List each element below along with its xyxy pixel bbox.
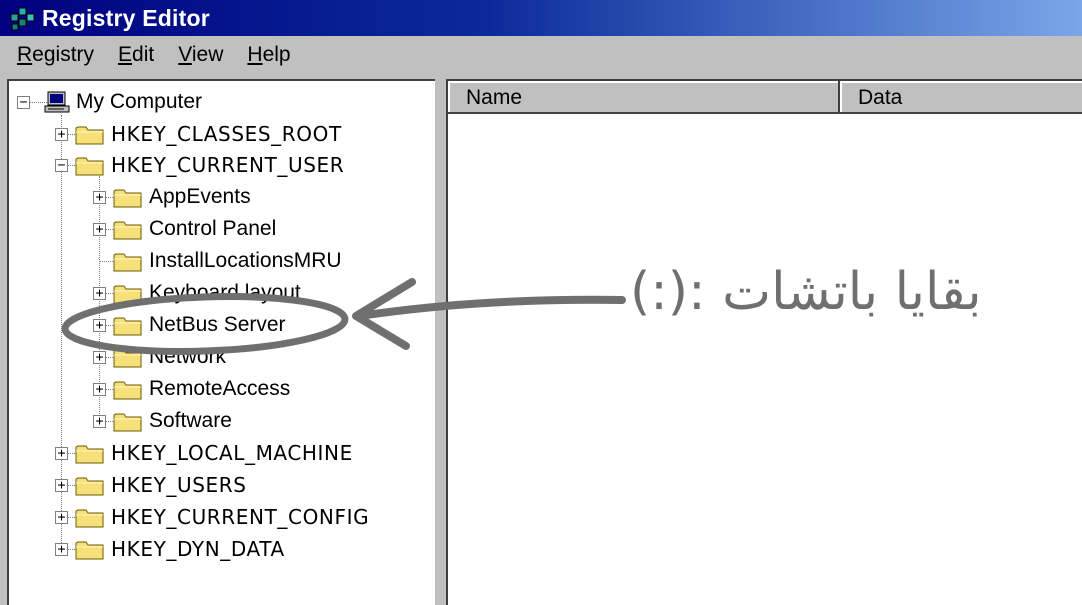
values-list[interactable]: Name Data <box>446 79 1082 605</box>
expand-toggle[interactable]: + <box>93 286 106 300</box>
folder-icon <box>113 349 142 367</box>
column-header-data[interactable]: Data <box>840 81 1082 114</box>
column-header-name[interactable]: Name <box>448 81 840 114</box>
menu-bar: Registry Edit View Help <box>0 36 1082 74</box>
tree-label: Software <box>149 409 232 432</box>
tree-node-my-computer[interactable]: − My Computer <box>17 87 202 117</box>
menu-view[interactable]: View <box>178 43 223 67</box>
expand-toggle[interactable]: + <box>93 414 106 428</box>
annotation-caption: بقايا باتشات :(:) <box>630 262 982 322</box>
expand-toggle[interactable]: + <box>93 350 106 364</box>
menu-help[interactable]: Help <box>247 43 290 67</box>
collapse-toggle[interactable]: − <box>55 158 68 172</box>
folder-icon <box>75 126 104 144</box>
tree-label: Network <box>149 345 227 368</box>
tree-label: AppEvents <box>149 185 251 208</box>
tree-node-appevents[interactable]: + AppEvents <box>93 182 251 212</box>
tree-label: Control Panel <box>149 217 277 240</box>
menu-registry[interactable]: Registry <box>17 43 94 67</box>
registry-editor-icon <box>10 7 35 31</box>
expand-toggle[interactable]: + <box>55 446 68 460</box>
folder-icon <box>113 253 142 271</box>
folder-icon <box>75 445 104 463</box>
tree-label: HKEY_DYN_DATA <box>111 537 285 561</box>
expand-toggle[interactable]: + <box>55 127 68 141</box>
tree-node-hkey-classes-root[interactable]: + HKEY_CLASSES_ROOT <box>55 119 342 149</box>
tree-label: RemoteAccess <box>149 377 291 400</box>
computer-icon <box>44 91 70 113</box>
tree-node-control-panel[interactable]: + Control Panel <box>93 214 276 244</box>
title-bar[interactable]: Registry Editor <box>0 0 1082 36</box>
folder-icon <box>113 285 142 303</box>
folder-icon <box>75 477 104 495</box>
expand-toggle[interactable]: + <box>93 222 106 236</box>
folder-icon <box>75 509 104 527</box>
tree-node-keyboard-layout[interactable]: + Keyboard layout <box>93 278 301 308</box>
folder-icon <box>113 221 142 239</box>
menu-edit[interactable]: Edit <box>118 43 154 67</box>
folder-icon <box>75 157 104 175</box>
folder-icon <box>113 413 142 431</box>
tree-label: HKEY_CURRENT_USER <box>111 153 345 177</box>
expand-toggle[interactable]: + <box>55 478 68 492</box>
folder-icon <box>113 189 142 207</box>
folder-icon <box>113 381 142 399</box>
collapse-toggle[interactable]: − <box>17 95 30 109</box>
tree-node-netbus-server[interactable]: + NetBus Server <box>93 310 286 340</box>
tree-node-hkey-current-user[interactable]: − HKEY_CURRENT_USER <box>55 150 344 180</box>
tree-node-installlocationsmru[interactable]: InstallLocationsMRU <box>93 246 342 276</box>
expand-toggle[interactable]: + <box>93 190 106 204</box>
window-title: Registry Editor <box>42 4 210 31</box>
expand-toggle[interactable]: + <box>93 318 106 332</box>
expand-toggle[interactable]: + <box>55 510 68 524</box>
registry-tree[interactable]: − My Computer + HKEY_CLASSES_ROOT − HKEY… <box>7 79 435 605</box>
tree-node-remoteaccess[interactable]: + RemoteAccess <box>93 374 290 404</box>
folder-icon <box>113 317 142 335</box>
tree-label: Keyboard layout <box>149 281 301 304</box>
tree-node-hkey-users[interactable]: + HKEY_USERS <box>55 470 247 500</box>
tree-label: HKEY_CURRENT_CONFIG <box>111 505 370 529</box>
pane-splitter[interactable] <box>435 79 446 603</box>
tree-node-network[interactable]: + Network <box>93 342 226 372</box>
tree-label: HKEY_LOCAL_MACHINE <box>111 441 353 465</box>
tree-node-hkey-current-config[interactable]: + HKEY_CURRENT_CONFIG <box>55 502 369 532</box>
tree-label: NetBus Server <box>149 313 286 336</box>
tree-label: My Computer <box>76 90 203 113</box>
tree-label: InstallLocationsMRU <box>149 249 342 272</box>
expand-toggle[interactable]: + <box>93 382 106 396</box>
folder-icon <box>75 541 104 559</box>
tree-node-hkey-dyn-data[interactable]: + HKEY_DYN_DATA <box>55 534 285 564</box>
tree-node-software[interactable]: + Software <box>93 406 232 436</box>
expand-toggle[interactable]: + <box>55 542 68 556</box>
tree-label: HKEY_CLASSES_ROOT <box>111 122 342 146</box>
tree-label: HKEY_USERS <box>111 473 247 497</box>
tree-node-hkey-local-machine[interactable]: + HKEY_LOCAL_MACHINE <box>55 438 353 468</box>
